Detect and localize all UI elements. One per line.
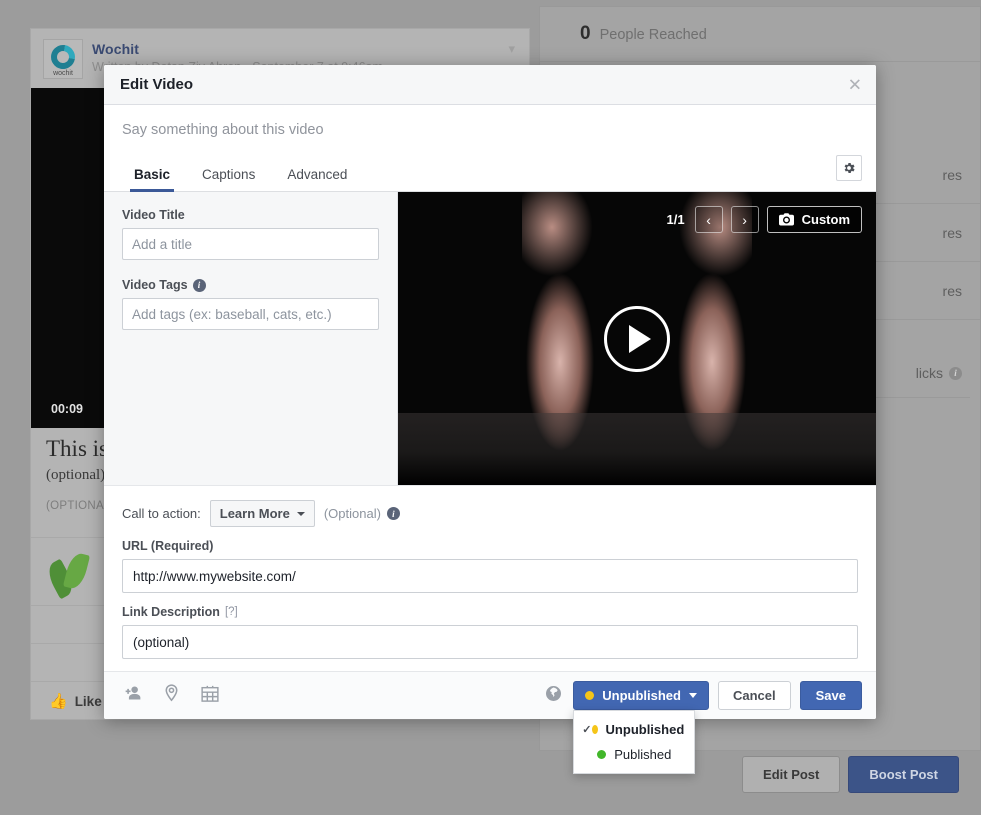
status-dot [585,691,595,700]
location-pin-icon[interactable] [164,684,179,707]
cta-select[interactable]: Learn More [209,500,315,527]
play-icon[interactable] [604,305,670,372]
link-description-block: Link Description [?] (optional) [104,605,876,671]
publish-status-menu: ✓ Unpublished Published [573,710,696,774]
menu-item-unpublished[interactable]: ✓ Unpublished [574,717,694,742]
video-tags-label-text: Video Tags [122,278,188,292]
tag-people-icon[interactable] [124,685,142,706]
thumbnail-counter: 1/1 [666,212,685,227]
call-to-action-row: Call to action: Learn More (Optional) i [104,485,876,539]
cancel-button[interactable]: Cancel [717,681,791,710]
check-icon: ✓ [582,724,592,736]
link-description-label: Link Description [?] [122,605,858,619]
dialog-footer: Unpublished ✓ Unpublished Published Canc… [104,671,876,774]
menu-item-label: Published [614,747,672,762]
cta-selected-value: Learn More [219,506,290,521]
custom-label: Custom [801,212,850,227]
caret-down-icon [688,693,697,698]
camera-icon [778,213,794,226]
insights-row-label: res [942,224,962,241]
thumbs-up-icon: 👍 [49,693,68,710]
insights-row-label: res [942,282,962,299]
video-duration: 00:09 [51,402,83,416]
calendar-icon[interactable] [201,685,219,707]
like-label: Like [74,693,102,709]
edit-post-button[interactable]: Edit Post [742,756,841,793]
chevron-down-icon[interactable]: ▾ [508,41,515,57]
leaf-icon [43,545,99,599]
video-title-label: Video Title [122,208,185,222]
status-dot [597,750,607,759]
tab-basic[interactable]: Basic [118,167,186,192]
boost-post-button[interactable]: Boost Post [848,756,959,793]
people-reached-row: 0 People Reached [540,7,980,62]
thumbnail-toolbar: 1/1 ‹ › Custom [667,206,862,233]
info-icon[interactable]: i [192,278,206,292]
url-input[interactable]: http://www.mywebsite.com/ [122,559,858,593]
insights-row-label: res [942,166,962,183]
page-avatar: wochit [43,39,83,79]
screen: wochit Wochit Written by Dotan Ziv Ahron… [0,0,981,815]
custom-thumbnail-button[interactable]: Custom [766,206,862,233]
video-tags-label: Video Tags i [122,278,379,292]
dialog-body: Video Title Add a title Video Tags i Add… [104,192,876,485]
caret-down-icon [296,511,305,516]
info-icon[interactable]: i [949,366,962,380]
video-preview[interactable]: 1/1 ‹ › Custom [398,192,876,485]
gear-icon[interactable] [836,155,862,181]
save-button[interactable]: Save [799,681,862,710]
menu-item-label: Unpublished [605,722,685,737]
video-tags-input[interactable]: Add tags (ex: baseball, cats, etc.) [122,298,379,330]
clicks-row: licks i [916,365,962,381]
chevron-left-icon[interactable]: ‹ [694,206,723,233]
page-name[interactable]: Wochit [92,41,383,57]
link-description-label-text: Link Description [122,605,220,619]
avatar-wordmark: wochit [53,70,73,77]
tab-captions[interactable]: Captions [186,167,271,191]
cta-optional-text: (Optional) [323,506,381,521]
link-description-input[interactable]: (optional) [122,625,858,659]
dialog-header: Edit Video ✕ [104,65,876,105]
close-icon[interactable]: ✕ [848,76,862,93]
footer-icon-group [118,684,219,707]
clicks-label: licks [915,365,943,381]
cta-label: Call to action: [122,506,201,521]
publish-status-label: Unpublished [602,688,681,703]
dialog-title: Edit Video [120,76,194,93]
post-actions: Edit Post Boost Post [742,756,959,793]
menu-item-published[interactable]: Published [574,742,694,767]
basic-form-pane: Video Title Add a title Video Tags i Add… [104,192,398,485]
info-icon[interactable]: i [386,507,400,520]
publish-status-control: Unpublished ✓ Unpublished Published [573,681,709,774]
reach-label: People Reached [599,27,707,43]
footer-actions: Unpublished ✓ Unpublished Published Canc… [546,681,862,774]
publish-status-button[interactable]: Unpublished [573,681,709,710]
status-dot [591,725,598,734]
cta-optional-note: (Optional) i [324,506,400,521]
dialog-tabs: Basic Captions Advanced [104,154,876,192]
help-marker[interactable]: [?] [225,606,238,618]
chevron-right-icon[interactable]: › [730,206,759,233]
reach-count: 0 [580,23,591,44]
globe-icon[interactable] [546,685,562,706]
video-title-input[interactable]: Add a title [122,228,379,260]
tab-advanced[interactable]: Advanced [271,167,363,191]
url-field-block: URL (Required) http://www.mywebsite.com/ [104,539,876,605]
url-label: URL (Required) [122,539,214,553]
edit-video-dialog: Edit Video ✕ Say something about this vi… [104,65,876,774]
composer-input[interactable]: Say something about this video [104,105,876,154]
